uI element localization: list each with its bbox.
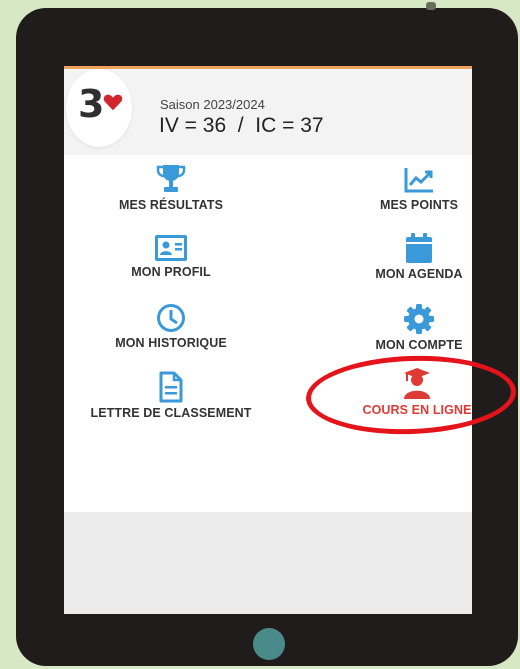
menu-label: MES RÉSULTATS (118, 198, 224, 212)
gear-icon (404, 304, 434, 334)
calendar-icon (406, 233, 432, 263)
header-bar: 3 Saison 2023/2024 IV = 36 / IC = 37 (64, 66, 472, 155)
heart-icon (103, 94, 123, 111)
menu-item-mon-agenda[interactable]: MON AGENDA (364, 232, 472, 281)
menu-label: MON PROFIL (131, 265, 211, 279)
ranking-stats: IV = 36 / IC = 37 (159, 114, 324, 137)
ranking-logo: 3 (66, 69, 132, 147)
document-icon (159, 371, 183, 403)
menu-label: MON HISTORIQUE (115, 336, 227, 350)
footer-area (64, 512, 472, 614)
menu-item-mon-historique[interactable]: MON HISTORIQUE (106, 303, 236, 350)
id-card-icon (155, 235, 187, 261)
menu-item-mon-compte[interactable]: MON COMPTE (364, 303, 472, 352)
menu-item-mes-resultats[interactable]: MES RÉSULTATS (106, 163, 236, 212)
menu-item-mes-points[interactable]: MES POINTS (364, 163, 472, 212)
home-button[interactable] (253, 628, 285, 660)
logo-number: 3 (78, 82, 105, 126)
trophy-icon (156, 165, 186, 192)
chart-line-icon (404, 168, 433, 193)
season-label: Saison 2023/2024 (160, 97, 265, 112)
menu-label: MES POINTS (379, 198, 459, 212)
menu-item-mon-profil[interactable]: MON PROFIL (106, 234, 236, 279)
menu-label: MON AGENDA (375, 267, 463, 281)
app-screen: 3 Saison 2023/2024 IV = 36 / IC = 37 MES… (64, 66, 472, 614)
menu-item-lettre-de-classement[interactable]: LETTRE DE CLASSEMENT (76, 371, 266, 420)
clock-icon (157, 304, 185, 332)
menu-label: MON COMPTE (375, 338, 463, 352)
menu-label: LETTRE DE CLASSEMENT (90, 406, 252, 420)
tablet-corner-mark (426, 2, 436, 10)
